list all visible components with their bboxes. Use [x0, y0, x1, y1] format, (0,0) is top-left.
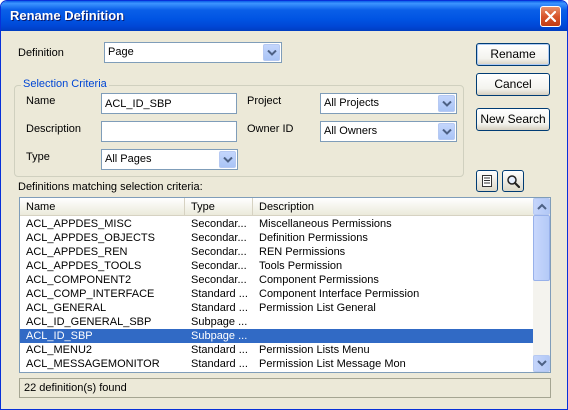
row-description-cell: Component Permissions	[259, 274, 379, 286]
table-row[interactable]: ACL_APPDES_OBJECTS Secondar... Definition …	[20, 231, 534, 245]
row-name-cell: ACL_GENERAL	[26, 302, 107, 314]
new-search-button[interactable]: New Search	[476, 108, 550, 131]
type-select[interactable]: All Pages	[101, 149, 238, 170]
row-type-cell: Standard ...	[191, 358, 248, 370]
selection-criteria-legend: Selection Criteria	[21, 78, 109, 90]
table-row[interactable]: ACL_COMP_INTERFACE Standard ... Component …	[20, 287, 534, 301]
row-name-cell: ACL_MENU2	[26, 344, 93, 356]
magnifier-icon	[507, 175, 520, 188]
row-name-cell: ACL_APPDES_REN	[26, 246, 128, 258]
definition-label: Definition	[18, 47, 64, 59]
vertical-scrollbar[interactable]	[533, 198, 550, 372]
title-bar[interactable]: Rename Definition	[1, 1, 567, 31]
chevron-down-icon	[537, 360, 547, 367]
description-label: Description	[26, 123, 82, 135]
window-title: Rename Definition	[10, 8, 125, 23]
row-name-cell: ACL_APPDES_MISC	[26, 218, 132, 230]
name-label: Name	[26, 95, 56, 107]
definition-select[interactable]: Page	[104, 42, 282, 63]
row-type-cell: Standard ...	[191, 302, 248, 314]
owner-id-select[interactable]: All Owners	[320, 121, 457, 142]
status-text: 22 definition(s) found	[24, 382, 127, 394]
list-body: ACL_APPDES_MISC Secondar... Miscellaneous …	[20, 217, 534, 372]
properties-button[interactable]	[476, 170, 498, 192]
table-row[interactable]: ACL_COMPONENT2 Secondar... Component Permi…	[20, 273, 534, 287]
row-type-cell: Secondar...	[191, 260, 247, 272]
column-header-type[interactable]: Type	[185, 198, 253, 216]
row-description-cell: REN Permissions	[259, 246, 346, 258]
type-label: Type	[26, 151, 50, 163]
scroll-thumb[interactable]	[533, 215, 550, 281]
row-name-cell: ACL_ID_SBP	[26, 330, 93, 342]
rename-button[interactable]: Rename	[476, 43, 550, 66]
row-type-cell: Secondar...	[191, 246, 247, 258]
table-row[interactable]: ACL_MENU2 Standard ... Permission Lists Me…	[20, 343, 534, 357]
owner-id-label: Owner ID	[247, 123, 294, 135]
table-row[interactable]: ACL_MESSAGEMONITOR Standard ... Permission…	[20, 357, 534, 371]
definition-value: Page	[108, 46, 134, 58]
dropdown-arrow-icon[interactable]	[438, 95, 455, 112]
table-row[interactable]: ACL_APPDES_REN Secondar... REN Permissions	[20, 245, 534, 259]
dropdown-arrow-icon[interactable]	[263, 44, 280, 61]
owner-id-value: All Owners	[324, 125, 378, 137]
type-value: All Pages	[105, 153, 152, 165]
row-name-cell: ACL_ID_GENERAL_SBP	[26, 316, 152, 328]
list-header: Name Type Description	[20, 198, 534, 216]
scroll-down-button[interactable]	[533, 355, 550, 372]
row-name-cell: ACL_APPDES_OBJECTS	[26, 232, 155, 244]
search-definitions-button[interactable]	[502, 170, 524, 192]
row-description-cell: Permission Lists Menu	[259, 344, 370, 356]
close-icon	[545, 11, 556, 22]
definitions-list[interactable]: Name Type Description ACL_APPDES_MISC Sec…	[19, 197, 551, 373]
rename-definition-dialog: Rename Definition Definition Page Rename…	[0, 0, 568, 410]
column-header-name[interactable]: Name	[20, 198, 185, 216]
row-name-cell: ACL_COMPONENT2	[26, 274, 132, 286]
row-description-cell: Permission List General	[259, 302, 376, 314]
table-row[interactable]: ACL_ID_SBP Subpage ...	[20, 329, 534, 343]
cancel-button[interactable]: Cancel	[476, 73, 550, 96]
row-type-cell: Subpage ...	[191, 330, 248, 342]
row-description-cell: Component Interface Permission	[259, 288, 420, 300]
row-description-cell: Permission List Message Mon	[259, 358, 406, 370]
column-header-description[interactable]: Description	[253, 198, 534, 216]
dialog-body: Definition Page Rename Cancel New Search…	[4, 31, 564, 407]
status-bar: 22 definition(s) found	[19, 378, 551, 398]
row-name-cell: ACL_MESSAGEMONITOR	[26, 358, 160, 370]
results-label: Definitions matching selection criteria:	[18, 181, 203, 193]
row-type-cell: Secondar...	[191, 218, 247, 230]
project-value: All Projects	[324, 97, 380, 109]
row-description-cell: Miscellaneous Permissions	[259, 218, 392, 230]
row-type-cell: Standard ...	[191, 288, 248, 300]
table-row[interactable]: ACL_APPDES_MISC Secondar... Miscellaneous …	[20, 217, 534, 231]
row-type-cell: Subpage ...	[191, 316, 248, 328]
row-name-cell: ACL_APPDES_TOOLS	[26, 260, 142, 272]
project-select[interactable]: All Projects	[320, 93, 457, 114]
table-row[interactable]: ACL_GENERAL Standard ... Permission List G…	[20, 301, 534, 315]
properties-icon	[482, 175, 492, 187]
row-type-cell: Standard ...	[191, 344, 248, 356]
scroll-up-button[interactable]	[533, 198, 550, 215]
table-row[interactable]: ACL_ID_GENERAL_SBP Subpage ...	[20, 315, 534, 329]
chevron-up-icon	[537, 203, 547, 210]
project-label: Project	[247, 95, 282, 107]
dropdown-arrow-icon[interactable]	[438, 123, 455, 140]
table-row[interactable]: ACL_APPDES_TOOLS Secondar... Tools Permiss…	[20, 259, 534, 273]
description-input[interactable]	[101, 121, 237, 142]
row-description-cell: Definition Permissions	[259, 232, 368, 244]
close-button[interactable]	[540, 6, 561, 27]
dropdown-arrow-icon[interactable]	[219, 151, 236, 168]
row-name-cell: ACL_COMP_INTERFACE	[26, 288, 155, 300]
name-input[interactable]	[101, 93, 237, 114]
row-description-cell: Tools Permission	[259, 260, 343, 272]
row-type-cell: Secondar...	[191, 232, 247, 244]
row-type-cell: Secondar...	[191, 274, 247, 286]
